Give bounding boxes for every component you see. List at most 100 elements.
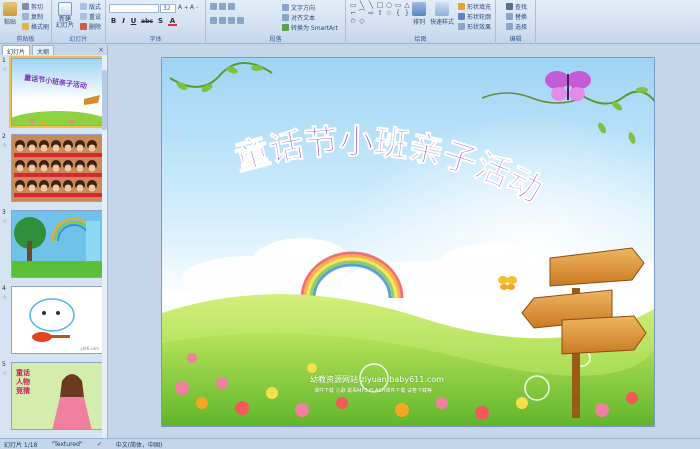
justify-icon [237, 17, 244, 24]
editing-group: 查找 替换 选择 编辑 [496, 0, 536, 44]
shapes-gallery[interactable]: ▭ ╲ ╲ □ ○ ▭ △ ⌐ ⌒ ⇨ ⇧ ☆{} ✩ ◇ [349, 2, 411, 25]
slide-thumbnail-4[interactable]: 4 ☆ ykt6.com [0, 285, 108, 357]
thumbnail-image [11, 134, 103, 202]
strikethrough-button[interactable]: abc [140, 17, 154, 26]
close-icon[interactable]: × [98, 46, 104, 54]
slide-canvas[interactable]: 童话节小班亲子活动 幼教资源网站 ziyuan.baby611.com 课件下载… [161, 57, 655, 427]
animation-star-icon: ☆ [2, 66, 8, 73]
animation-star-icon: ☆ [2, 370, 8, 377]
font-group: 32 A + A- B I U abc S A 字体 [106, 0, 206, 44]
shape-rect2-icon[interactable]: ▭ [394, 2, 402, 9]
shape-arrow-icon[interactable]: ⇨ [367, 10, 375, 17]
slide-thumbnail-2[interactable]: 2 ☆ [0, 133, 108, 205]
underline-button[interactable]: U [129, 17, 138, 26]
thumbnail-image [11, 210, 103, 278]
shape-effects-button[interactable]: 形状效果 [458, 22, 491, 31]
panel-scrollbar[interactable] [102, 55, 107, 438]
italic-button[interactable]: I [119, 17, 128, 26]
shape-rect-icon[interactable]: ▭ [349, 2, 357, 9]
shape-line-icon[interactable]: ╲ [358, 2, 366, 9]
arrange-button[interactable]: 排列 [412, 2, 426, 26]
paragraph-label: 段落 [269, 36, 282, 43]
slide-thumbnail-3[interactable]: 3 ☆ [0, 209, 108, 281]
reset-button[interactable]: 重设 [80, 12, 101, 21]
shape-brace-icon[interactable]: { [394, 10, 402, 17]
delete-icon [80, 23, 87, 30]
children-photo-art [12, 135, 102, 201]
animation-star-icon: ☆ [2, 218, 8, 225]
slide-thumbnail-1[interactable]: 1 ☆ 童话节小班亲子活动 [0, 56, 108, 129]
cut-button[interactable]: 剪切 [22, 2, 43, 11]
shape-star2-icon[interactable]: ✩ [349, 18, 357, 25]
paste-icon [3, 2, 17, 16]
align-text-button[interactable]: 对齐文本 [282, 13, 315, 22]
shadow-button[interactable]: S [156, 17, 165, 26]
new-slide-button[interactable]: 新建 幻灯片 [56, 2, 74, 29]
slide-number: 4 [2, 285, 6, 292]
select-button[interactable]: 选择 [506, 22, 527, 31]
shape-circle-icon[interactable]: ○ [385, 2, 393, 9]
copy-button[interactable]: 复制 [22, 12, 43, 21]
shape-curve-icon[interactable]: ⌒ [358, 10, 366, 17]
fill-icon [458, 3, 465, 10]
format-painter-button[interactable]: 格式刷 [22, 22, 49, 31]
font-size-box[interactable]: 32 [160, 4, 176, 13]
shape-fill-button[interactable]: 形状填充 [458, 2, 491, 11]
layout-button[interactable]: 版式 [80, 2, 101, 11]
copy-icon [22, 13, 29, 20]
tab-slides[interactable]: 幻灯片 [2, 45, 31, 56]
select-icon [506, 23, 513, 30]
shape-outline-button[interactable]: 形状轮廓 [458, 12, 491, 21]
layout-icon [80, 3, 87, 10]
align-right-icon [228, 17, 235, 24]
align-buttons[interactable] [210, 17, 244, 24]
replace-icon [506, 13, 513, 20]
slides-label: 幻灯片 [69, 36, 88, 43]
clipboard-group: 粘贴 剪切 复制 格式刷 剪贴板 [0, 0, 52, 44]
animation-star-icon: ☆ [2, 142, 8, 149]
slide-title-art[interactable]: 童话节小班亲子活动 [162, 58, 655, 258]
delete-button[interactable]: 删除 [80, 22, 101, 31]
shrink-font-button[interactable]: A- [190, 4, 198, 11]
slide-thumbnail-5[interactable]: 5 ☆ 童话人物竞猜 [0, 361, 108, 433]
spellcheck-icon[interactable]: ✓ [97, 441, 102, 448]
effects-icon [458, 23, 465, 30]
thumbnail-caption: 童话人物竞猜 [16, 369, 30, 395]
clipboard-label: 剪贴板 [16, 36, 35, 43]
drawing-label: 绘图 [414, 36, 427, 43]
font-color-button[interactable]: A [168, 17, 177, 26]
paste-button[interactable]: 粘贴 [3, 2, 17, 26]
shape-square-icon[interactable]: □ [376, 2, 384, 9]
shape-brace2-icon[interactable]: } [403, 10, 411, 17]
watermark-line-2: 课件下载 儿歌 故事MP3 FLASH课件下载 试卷下载等 [314, 388, 433, 394]
quick-styles-button[interactable]: 快速样式 [430, 2, 454, 26]
smartart-button[interactable]: 转换为 SmartArt [282, 23, 338, 32]
grow-font-button[interactable]: A + [178, 4, 188, 11]
shape-misc-icon[interactable]: ◇ [358, 18, 366, 25]
font-name-box[interactable] [109, 4, 159, 13]
text-direction-button[interactable]: 文字方向 [282, 3, 315, 12]
bold-button[interactable]: B [109, 17, 118, 26]
slide-number: 2 [2, 133, 6, 140]
shape-arrow2-icon[interactable]: ⇧ [376, 10, 384, 17]
shape-star-icon[interactable]: ☆ [385, 10, 393, 17]
align-center-icon [219, 17, 226, 24]
shape-line2-icon[interactable]: ╲ [367, 2, 375, 9]
slide-title[interactable]: 童话节小班亲子活动 [230, 121, 549, 211]
find-button[interactable]: 查找 [506, 2, 527, 11]
arrange-icon [412, 2, 426, 16]
editing-label: 编辑 [509, 36, 522, 43]
smartart-icon [282, 24, 289, 31]
paragraph-group: 文字方向 对齐文本 转换为 SmartArt 段落 [206, 0, 346, 44]
scrollbar-thumb[interactable] [102, 70, 107, 130]
slide-number: 3 [2, 209, 6, 216]
bullets-button[interactable] [210, 3, 235, 10]
slide-number: 5 [2, 361, 6, 368]
shape-l-icon[interactable]: ⌐ [349, 10, 357, 17]
replace-button[interactable]: 替换 [506, 12, 527, 21]
outline-icon [458, 13, 465, 20]
thumbnail-caption: ykt6.com [80, 346, 99, 351]
slide-number: 1 [2, 57, 6, 64]
shape-triangle-icon[interactable]: △ [403, 2, 411, 9]
tab-outline[interactable]: 大纲 [32, 45, 55, 56]
